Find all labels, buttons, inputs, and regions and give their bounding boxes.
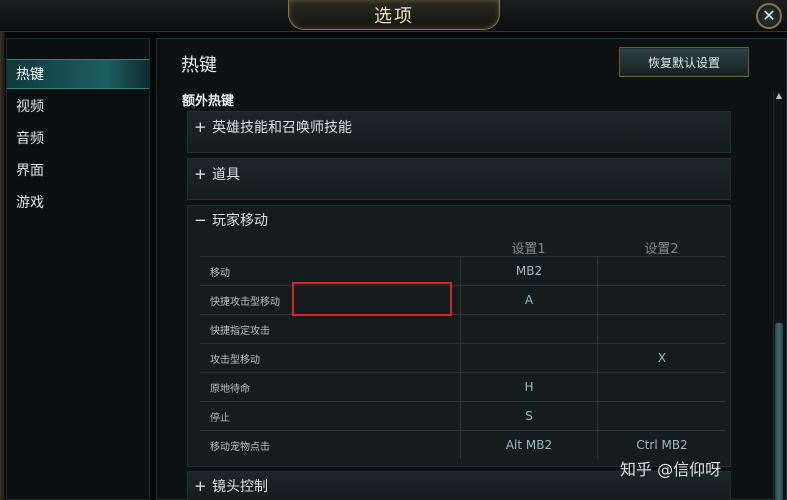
collapse-minus-icon: − [194,211,207,229]
sidebar-item-game[interactable]: 游戏 [7,187,149,217]
hotkey-cell-setting1[interactable]: MB2 [460,257,597,285]
sidebar-item-audio[interactable]: 音频 [7,123,149,153]
hotkey-cell-setting2[interactable]: Ctrl MB2 [597,431,726,459]
group-player-movement: − 玩家移动 设置1 设置2 移动 MB2 快捷攻击型移动 A 快捷指定攻击 攻… [187,205,731,467]
row-label: 攻击型移动 [210,355,260,366]
expand-plus-icon: + [194,118,207,136]
sidebar-item-label: 游戏 [16,195,44,211]
sidebar-item-hotkeys[interactable]: 热键 [7,59,149,89]
group-label: 镜头控制 [212,479,268,495]
sidebar-item-video[interactable]: 视频 [7,91,149,121]
watermark-text: 知乎 @信仰呀 [620,460,722,479]
title-bar: 选项 ✕ [0,0,787,32]
row-label: 快捷指定攻击 [210,326,270,337]
hotkey-cell-setting1[interactable]: S [460,402,597,430]
expand-plus-icon: + [194,477,207,495]
group-items[interactable]: + 道具 [187,158,731,200]
hotkey-cell-setting2[interactable] [597,286,726,314]
table-row: 原地待命 H [200,372,726,401]
hotkey-cell-setting1[interactable]: A [460,286,597,314]
table-row: 移动 MB2 [200,256,726,285]
hotkey-cell-setting1[interactable]: Alt MB2 [460,431,597,459]
sidebar-item-label: 热键 [16,67,44,83]
scrollbar[interactable]: ▲ [773,91,784,500]
scrollbar-thumb[interactable] [775,323,783,500]
sidebar-item-label: 音频 [16,131,44,147]
hotkey-cell-setting1[interactable]: H [460,373,597,401]
page-title: 热键 [181,55,217,76]
sidebar-item-label: 界面 [16,163,44,179]
table-row: 移动宠物点击 Alt MB2 Ctrl MB2 [200,430,726,459]
table-row: 快捷指定攻击 [200,314,726,343]
sidebar-item-interface[interactable]: 界面 [7,155,149,185]
table-row: 停止 S [200,401,726,430]
title-plate: 选项 [288,0,500,30]
group-label: 道具 [212,167,240,183]
group-header: + 镜头控制 [194,476,268,496]
column-header-setting1: 设置1 [511,242,546,257]
group-label: 英雄技能和召唤师技能 [212,120,352,136]
hotkey-cell-setting2[interactable] [597,257,726,285]
group-header: + 道具 [194,164,240,184]
hotkey-cell-setting2[interactable] [597,315,726,343]
table-row: 攻击型移动 X [200,343,726,372]
close-icon: ✕ [762,6,776,25]
hotkey-cell-setting1[interactable] [460,315,597,343]
group-header: + 英雄技能和召唤师技能 [194,117,352,137]
hotkey-cell-setting2[interactable] [597,402,726,430]
row-label: 移动宠物点击 [210,442,270,453]
hotkey-table: 移动 MB2 快捷攻击型移动 A 快捷指定攻击 攻击型移动 X 原地待命 H 停… [200,256,726,462]
section-label: 额外热键 [182,94,235,109]
annotation-highlight-box [292,282,452,316]
row-label: 快捷攻击型移动 [210,297,280,308]
hotkey-cell-setting2[interactable] [597,373,726,401]
row-label: 停止 [210,413,230,424]
options-sidebar: 热键 视频 音频 界面 游戏 [6,38,150,500]
hotkey-cell-setting1[interactable] [460,344,597,372]
row-label: 移动 [210,268,230,279]
expand-plus-icon: + [194,165,207,183]
group-label: 玩家移动 [212,213,268,229]
group-header[interactable]: − 玩家移动 [194,210,268,230]
column-header-setting2: 设置2 [644,242,679,257]
scroll-up-arrow-icon[interactable]: ▲ [774,91,784,103]
hotkeys-panel: 热键 恢复默认设置 额外热键 + 英雄技能和召唤师技能 + 道具 − 玩家移动 … [156,38,787,500]
window-frame-left [0,32,5,500]
row-label: 原地待命 [210,384,250,395]
table-row: 快捷攻击型移动 A [200,285,726,314]
sidebar-item-label: 视频 [16,99,44,115]
group-champion-abilities[interactable]: + 英雄技能和召唤师技能 [187,111,731,153]
hotkey-cell-setting2[interactable]: X [597,344,726,372]
close-button[interactable]: ✕ [756,3,782,29]
restore-defaults-button[interactable]: 恢复默认设置 [619,47,749,77]
window-title: 选项 [374,5,414,27]
